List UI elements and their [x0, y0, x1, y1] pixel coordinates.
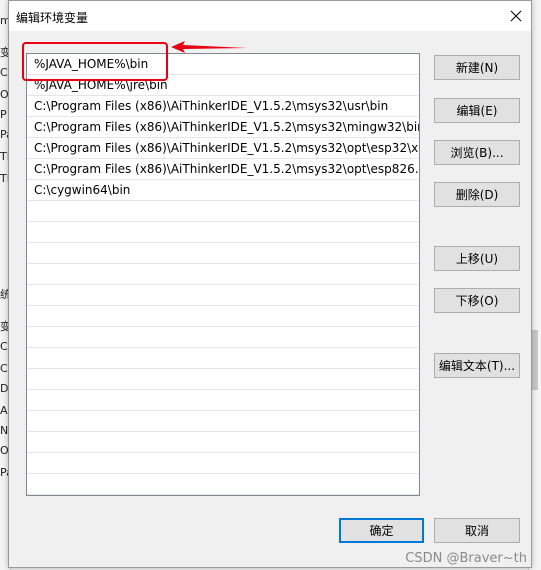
red-arrow-icon: [171, 41, 247, 53]
ok-button[interactable]: 确定: [339, 518, 424, 543]
close-icon: [510, 10, 522, 22]
list-item[interactable]: C:\cygwin64\bin: [27, 180, 419, 201]
empty-list-row[interactable]: [27, 285, 419, 306]
list-item[interactable]: %JAVA_HOME%\jre\bin: [27, 75, 419, 96]
empty-list-row[interactable]: [27, 243, 419, 264]
background-scrollbar-thumb: [532, 330, 538, 390]
path-list[interactable]: %JAVA_HOME%\bin %JAVA_HOME%\jre\bin C:\P…: [26, 53, 420, 496]
new-button[interactable]: 新建(N): [434, 55, 520, 80]
list-item[interactable]: %JAVA_HOME%\bin: [27, 54, 419, 75]
empty-list-row[interactable]: [27, 348, 419, 369]
empty-list-row[interactable]: [27, 432, 419, 453]
list-item[interactable]: C:\Program Files (x86)\AiThinkerIDE_V1.5…: [27, 96, 419, 117]
edit-text-button[interactable]: 编辑文本(T)...: [434, 353, 520, 378]
empty-list-row[interactable]: [27, 411, 419, 432]
watermark: CSDN @Braver~th: [405, 551, 527, 566]
edit-button[interactable]: 编辑(E): [434, 98, 520, 123]
empty-list-row[interactable]: [27, 264, 419, 285]
edit-env-var-dialog: 编辑环境变量 %JAVA_HOME%\bin %JAVA_HOME%\jre\b…: [8, 0, 532, 568]
empty-list-row[interactable]: [27, 222, 419, 243]
list-item[interactable]: C:\Program Files (x86)\AiThinkerIDE_V1.5…: [27, 159, 419, 180]
move-up-button[interactable]: 上移(U): [434, 246, 520, 271]
title-bar[interactable]: 编辑环境变量: [9, 1, 531, 31]
close-button[interactable]: [501, 1, 531, 31]
empty-list-row[interactable]: [27, 390, 419, 411]
delete-button[interactable]: 删除(D): [434, 182, 520, 207]
list-item[interactable]: C:\Program Files (x86)\AiThinkerIDE_V1.5…: [27, 138, 419, 159]
empty-list-row[interactable]: [27, 369, 419, 390]
dialog-title: 编辑环境变量: [16, 11, 89, 25]
list-item[interactable]: C:\Program Files (x86)\AiThinkerIDE_V1.5…: [27, 117, 419, 138]
browse-button[interactable]: 浏览(B)...: [434, 140, 520, 165]
cancel-button[interactable]: 取消: [434, 518, 520, 543]
empty-list-row[interactable]: [27, 327, 419, 348]
empty-list-row[interactable]: [27, 453, 419, 474]
empty-list-row[interactable]: [27, 306, 419, 327]
move-down-button[interactable]: 下移(O): [434, 288, 520, 313]
empty-list-row[interactable]: [27, 201, 419, 222]
empty-list-row[interactable]: [27, 474, 419, 495]
